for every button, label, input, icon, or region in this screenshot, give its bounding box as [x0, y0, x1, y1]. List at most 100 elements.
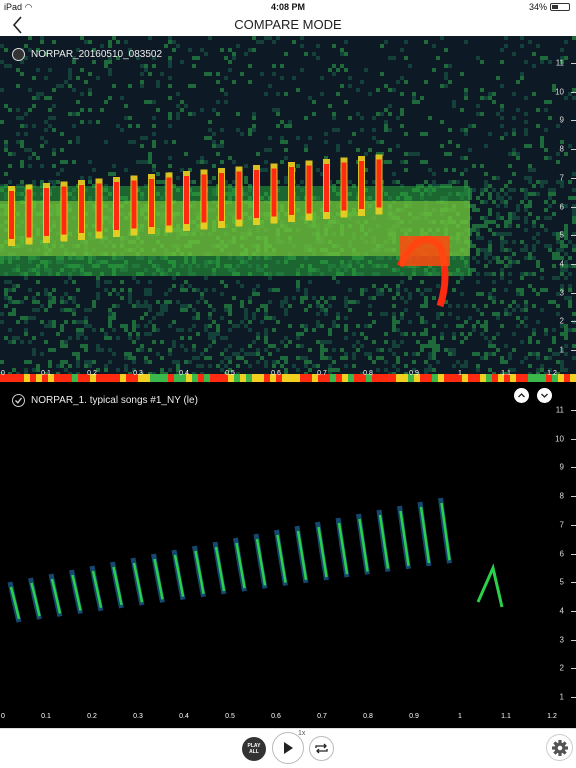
time-tick-label: 0.4	[179, 713, 189, 720]
chevron-up-icon	[518, 393, 525, 398]
frequency-tick-label: 11	[555, 405, 564, 415]
time-axis-1: 0 0.1 0.2 0.3 0.4 0.5 0.6 0.7 0.8 0.9 1 1.1 1.2	[0, 369, 576, 381]
time-tick-label: 0.8	[363, 370, 373, 377]
frequency-tick-mark	[571, 292, 576, 294]
frequency-tick-label: 3	[559, 635, 564, 645]
repeat-icon	[315, 743, 328, 754]
play-all-button[interactable]: PLAY ALL	[242, 737, 266, 761]
frequency-tick-mark	[571, 120, 576, 122]
gear-icon	[551, 739, 568, 756]
frequency-tick-mark	[571, 235, 576, 237]
frequency-tick-mark	[571, 524, 576, 526]
time-tick-label: 0.9	[409, 370, 419, 377]
frequency-tick-mark	[571, 496, 576, 498]
time-tick-label: 0.2	[87, 370, 97, 377]
frequency-tick-label: 7	[559, 520, 564, 530]
time-tick-label: 0.7	[317, 713, 327, 720]
time-tick-label: 0.7	[317, 370, 327, 377]
frequency-tick-label: 1	[559, 692, 564, 702]
repeat-button[interactable]	[309, 736, 334, 761]
frequency-tick-label: 2	[559, 316, 564, 326]
frequency-tick-label: 1	[559, 345, 564, 355]
play-all-line2: ALL	[249, 749, 259, 755]
time-tick-label: 0.6	[271, 713, 281, 720]
battery-icon	[550, 3, 570, 11]
play-icon	[284, 742, 293, 754]
recording-2-name: NORPAR_1. typical songs #1_NY (le)	[31, 395, 198, 406]
battery-percent: 34%	[528, 2, 547, 12]
spectrogram-dark	[7, 497, 504, 623]
frequency-tick-mark	[571, 350, 576, 351]
frequency-tick-label: 6	[559, 549, 564, 558]
frequency-tick-label: 8	[559, 144, 564, 154]
time-tick-label: 0.9	[409, 713, 419, 720]
frequency-tick-label: 7	[559, 173, 564, 183]
status-time: 4:08 PM	[270, 2, 305, 12]
frequency-tick-label: 4	[559, 606, 564, 616]
frequency-axis-1: 11 10 9 8 7 6 5 4 3 2 1	[548, 36, 576, 382]
move-up-button[interactable]	[514, 388, 529, 403]
frequency-tick-mark	[571, 697, 576, 698]
frequency-tick-mark	[571, 668, 576, 670]
recording-2-label[interactable]: NORPAR_1. typical songs #1_NY (le)	[12, 394, 198, 407]
time-tick-label: 0.4	[179, 370, 189, 377]
recording-panel-1[interactable]: NORPAR_20160510_083502 11 10 9 8 7 6 5 4 3 2 1 0 0.…	[0, 36, 576, 382]
frequency-tick-mark	[571, 321, 576, 323]
page-title: COMPARE MODE	[234, 17, 342, 32]
frequency-tick-label: 8	[559, 491, 564, 501]
frequency-tick-mark	[571, 149, 576, 151]
settings-button[interactable]	[546, 734, 573, 761]
battery-status: 34%	[529, 2, 570, 12]
playback-toolbar: 1x PLAY ALL	[0, 728, 576, 768]
spectrogram-color	[0, 36, 576, 382]
time-tick-label: 1.2	[547, 713, 557, 720]
frequency-tick-mark	[571, 206, 576, 208]
time-tick-label: 0.8	[363, 713, 373, 720]
frequency-tick-mark	[571, 639, 576, 641]
frequency-tick-label: 2	[559, 663, 564, 673]
time-tick-label: 0.5	[225, 370, 235, 377]
play-button[interactable]	[272, 732, 304, 764]
frequency-tick-mark	[571, 438, 576, 440]
time-tick-label: 0.1	[41, 370, 51, 377]
frequency-tick-label: 10	[555, 87, 564, 97]
frequency-tick-mark	[571, 410, 576, 411]
frequency-tick-mark	[571, 582, 576, 584]
frequency-tick-label: 10	[555, 434, 564, 444]
checkmark-icon[interactable]	[12, 394, 25, 407]
frequency-tick-label: 9	[559, 462, 564, 472]
unselected-radio-icon[interactable]	[12, 48, 25, 61]
time-tick-label: 0.6	[271, 370, 281, 377]
frequency-tick-mark	[571, 63, 576, 64]
frequency-tick-label: 4	[559, 259, 564, 269]
frequency-tick-mark	[571, 467, 576, 469]
frequency-axis-2: 11 10 9 8 7 6 5 4 3 2 1	[548, 382, 576, 728]
recording-1-label[interactable]: NORPAR_20160510_083502	[12, 48, 162, 61]
time-axis-2: 0 0.1 0.2 0.3 0.4 0.5 0.6 0.7 0.8 0.9 1 1.1 1.2	[0, 712, 576, 724]
frequency-tick-mark	[571, 610, 576, 612]
time-tick-label: 1	[458, 370, 462, 377]
battery-fill	[552, 5, 559, 9]
time-tick-label: 0.3	[133, 370, 143, 377]
frequency-tick-label: 9	[559, 115, 564, 125]
recording-panel-2[interactable]: NORPAR_1. typical songs #1_NY (le) 11 10 9…	[0, 382, 576, 728]
time-tick-label: 0.2	[87, 713, 97, 720]
frequency-tick-mark	[571, 91, 576, 93]
nav-bar: COMPARE MODE	[0, 14, 576, 36]
frequency-tick-label: 5	[559, 577, 564, 587]
time-tick-label: 0.5	[225, 713, 235, 720]
frequency-tick-mark	[571, 177, 576, 179]
recording-1-name: NORPAR_20160510_083502	[31, 49, 163, 60]
time-tick-label: 0.3	[133, 713, 143, 720]
status-bar: iPad ◠ 4:08 PM 34%	[0, 0, 576, 14]
frequency-tick-label: 6	[559, 202, 564, 211]
time-tick-label: 0.1	[41, 713, 51, 720]
frequency-tick-label: 3	[559, 288, 564, 298]
time-tick-label: 1.1	[501, 713, 511, 720]
frequency-tick-label: 11	[555, 58, 564, 68]
frequency-tick-label: 5	[559, 230, 564, 240]
time-tick-label: 1.2	[547, 370, 557, 377]
time-tick-label: 1	[458, 713, 462, 720]
frequency-tick-mark	[571, 553, 576, 555]
time-tick-label: 0	[1, 713, 5, 720]
